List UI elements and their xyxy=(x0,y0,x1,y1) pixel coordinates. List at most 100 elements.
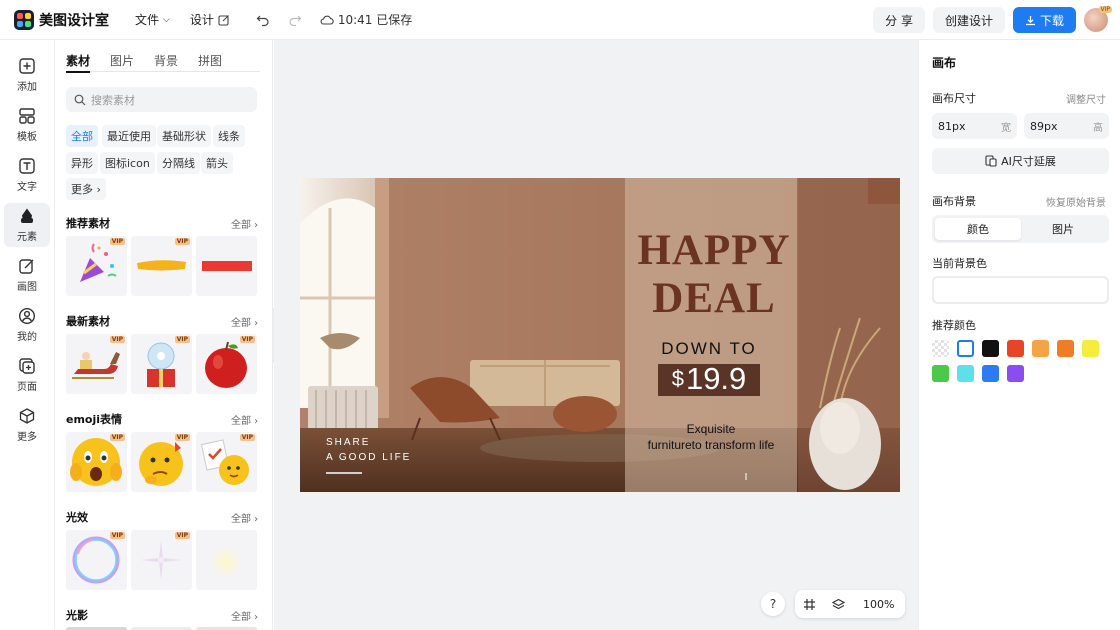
search-input[interactable]: 搜索素材 xyxy=(66,87,257,112)
asset-thumbnail[interactable]: VIP xyxy=(66,334,127,394)
color-swatch[interactable] xyxy=(1032,340,1049,357)
ai-extend-label: AI尺寸延展 xyxy=(1001,155,1056,168)
canvas-size-label: 画布尺寸 xyxy=(932,92,976,105)
share-button[interactable]: 分 享 xyxy=(873,7,925,33)
down-to-text[interactable]: DOWN TO xyxy=(630,339,788,359)
party-popper-image xyxy=(80,243,117,282)
text-icon xyxy=(19,158,35,174)
asset-thumbnail[interactable]: VIP xyxy=(66,530,127,590)
asset-thumbnail[interactable] xyxy=(196,530,257,590)
layers-icon xyxy=(832,598,845,609)
chip-icons[interactable]: 图标icon xyxy=(100,152,155,174)
price-tag[interactable]: $19.9 xyxy=(658,361,760,396)
app-name: 美图设计室 xyxy=(39,12,109,29)
nav-elements[interactable]: 元素 xyxy=(4,203,50,247)
asset-thumbnail[interactable] xyxy=(196,236,257,296)
asset-thumbnail[interactable]: VIP xyxy=(131,334,192,394)
nav-draw[interactable]: 画图 xyxy=(4,253,50,297)
color-swatch[interactable] xyxy=(982,340,999,357)
tab-color[interactable]: 颜色 xyxy=(935,218,1021,240)
plus-square-icon xyxy=(19,58,35,74)
tab-collage[interactable]: 拼图 xyxy=(198,52,222,72)
nav-page[interactable]: 页面 xyxy=(4,353,50,397)
color-swatch[interactable] xyxy=(1007,365,1024,382)
app-logo[interactable]: 美图设计室 xyxy=(14,9,109,30)
section-all-link[interactable]: 全部 › xyxy=(231,608,258,623)
asset-thumbnail[interactable]: VIP xyxy=(131,432,192,492)
tagline-line-2[interactable]: furnitureto transform life xyxy=(630,438,792,452)
tab-images[interactable]: 图片 xyxy=(110,52,134,72)
grid-button[interactable] xyxy=(803,598,816,611)
asset-thumbnail[interactable]: VIP xyxy=(131,530,192,590)
canvas-area[interactable]: HAPPY DEAL DOWN TO $19.9 Exquisite furni… xyxy=(274,40,918,630)
undo-button[interactable] xyxy=(256,13,270,27)
color-swatch[interactable] xyxy=(1082,340,1099,357)
asset-thumbnail[interactable]: VIP xyxy=(196,334,257,394)
chip-irregular[interactable]: 异形 xyxy=(66,152,98,174)
asset-thumbnail[interactable]: VIP xyxy=(66,432,127,492)
chip-dividers[interactable]: 分隔线 xyxy=(157,152,200,174)
section-all-link[interactable]: 全部 › xyxy=(231,412,258,427)
tab-backgrounds[interactable]: 背景 xyxy=(154,52,178,72)
shocked-emoji-image xyxy=(70,438,122,486)
share-text-1[interactable]: SHARE xyxy=(326,437,370,448)
headline-happy[interactable]: HAPPY xyxy=(630,226,798,275)
swatch-transparent[interactable] xyxy=(932,340,949,357)
tab-image[interactable]: 图片 xyxy=(1020,218,1106,240)
tab-materials[interactable]: 素材 xyxy=(66,52,91,73)
asset-thumbnail[interactable]: VIP xyxy=(66,236,127,296)
chip-more[interactable]: 更多 › xyxy=(66,178,106,200)
vip-badge: VIP xyxy=(109,336,125,343)
adjust-size-link[interactable]: 调整尺寸 xyxy=(1066,91,1106,106)
color-swatch[interactable] xyxy=(932,365,949,382)
yellow-brush-image xyxy=(137,260,186,271)
vip-badge: VIP xyxy=(1098,6,1112,13)
height-input[interactable]: 89px 高 xyxy=(1024,113,1109,139)
design-canvas[interactable]: HAPPY DEAL DOWN TO $19.9 Exquisite furni… xyxy=(300,178,900,492)
nav-more[interactable]: 更多 xyxy=(4,403,50,447)
vip-badge: VIP xyxy=(109,532,125,539)
width-input[interactable]: 81px 宽 xyxy=(932,113,1017,139)
color-swatch[interactable] xyxy=(982,365,999,382)
color-swatch[interactable] xyxy=(1007,340,1024,357)
color-swatch[interactable] xyxy=(957,365,974,382)
chip-lines[interactable]: 线条 xyxy=(213,125,245,147)
share-text-2[interactable]: A GOOD LIFE xyxy=(326,452,411,463)
design-menu[interactable]: 设计 xyxy=(190,11,230,28)
color-swatch[interactable] xyxy=(957,340,974,357)
chip-basic-shapes[interactable]: 基础形状 xyxy=(157,125,211,147)
file-menu[interactable]: 文件 ⌵ xyxy=(135,11,170,28)
nav-template[interactable]: 模板 xyxy=(4,103,50,147)
asset-thumbnail[interactable]: VIP xyxy=(131,236,192,296)
headline-deal[interactable]: DEAL xyxy=(630,274,798,323)
chip-all[interactable]: 全部 xyxy=(66,125,98,147)
layers-button[interactable] xyxy=(832,598,845,611)
nav-text[interactable]: 文字 xyxy=(4,153,50,197)
chip-recent[interactable]: 最近使用 xyxy=(102,125,156,147)
width-value: 81px xyxy=(938,119,966,133)
nav-label: 页面 xyxy=(17,382,37,393)
restore-bg-link[interactable]: 恢复原始背景 xyxy=(1046,194,1106,209)
ai-extend-button[interactable]: AI尺寸延展 xyxy=(932,148,1109,174)
avatar[interactable]: VIP xyxy=(1084,6,1112,32)
chip-arrows[interactable]: 箭头 xyxy=(201,152,233,174)
section-all-link[interactable]: 全部 › xyxy=(231,510,258,525)
asset-thumbnail[interactable]: VIP xyxy=(196,432,257,492)
help-button[interactable]: ? xyxy=(761,592,785,616)
nav-label: 文字 xyxy=(17,182,37,193)
download-button[interactable]: 下载 xyxy=(1012,7,1076,33)
nav-label: 画图 xyxy=(17,282,37,293)
price-value: 19.9 xyxy=(685,361,747,396)
zoom-level[interactable]: 100% xyxy=(863,598,894,611)
section-all-link[interactable]: 全部 › xyxy=(231,314,258,329)
all-label: 全部 xyxy=(231,318,251,329)
redo-button[interactable] xyxy=(288,13,302,27)
nav-mine[interactable]: 我的 xyxy=(4,303,50,347)
tagline-line-1[interactable]: Exquisite xyxy=(630,422,792,436)
color-swatch[interactable] xyxy=(1057,340,1074,357)
current-bg-color-field[interactable] xyxy=(932,276,1109,304)
section-all-link[interactable]: 全部 › xyxy=(231,216,258,231)
create-design-button[interactable]: 创建设计 xyxy=(932,7,1005,33)
ai-resize-icon xyxy=(985,155,997,167)
nav-add[interactable]: 添加 xyxy=(4,53,50,97)
